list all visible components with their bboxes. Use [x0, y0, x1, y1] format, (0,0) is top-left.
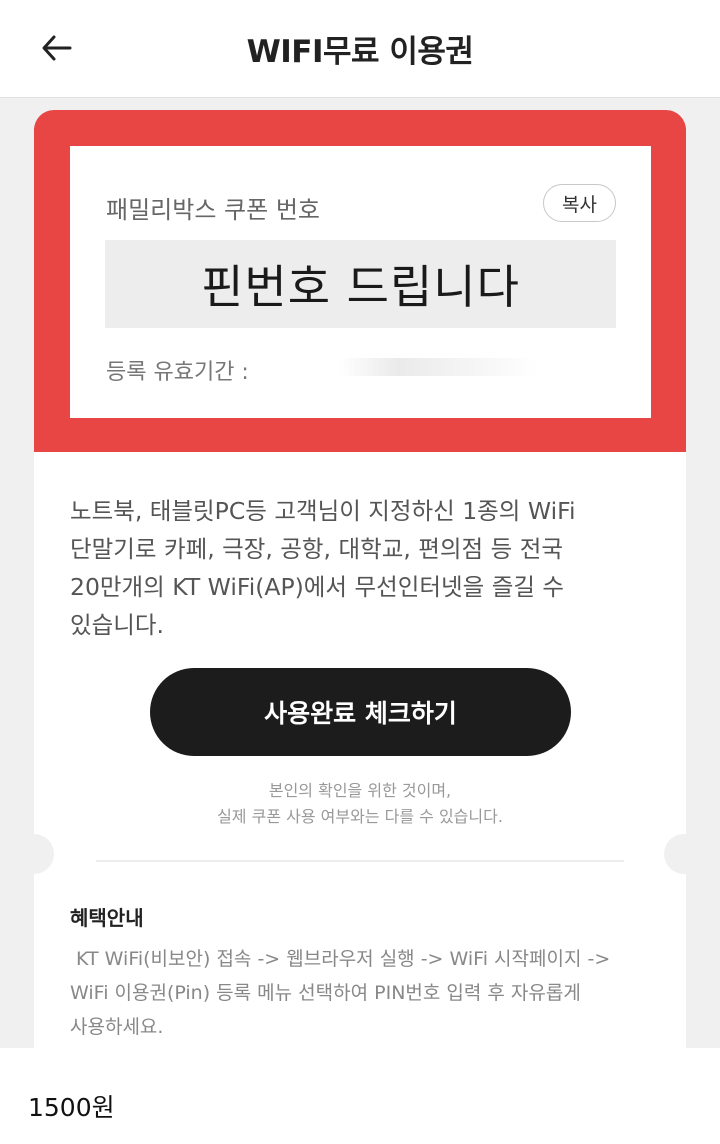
pin-number-display: 핀번호 드립니다 [105, 240, 616, 328]
coupon-number-box: 패밀리박스 쿠폰 번호 복사 핀번호 드립니다 등록 유효기간 : [70, 146, 651, 418]
benefit-description: KT WiFi(비보안) 접속 -> 웹브라우저 실행 -> WiFi 시작페이… [70, 942, 650, 1044]
usage-notice: 본인의 확인을 위한 것이며, 실제 쿠폰 사용 여부와는 다를 수 있습니다. [34, 778, 686, 830]
section-divider [96, 860, 624, 862]
ticket-notch-right [664, 834, 704, 874]
copy-button[interactable]: 복사 [543, 184, 616, 222]
validity-period-label: 등록 유효기간 : [106, 360, 249, 385]
description-line: 있습니다. [70, 611, 164, 639]
description-line: 노트북, 태블릿PC등 고객님이 지정하신 1종의 WiFi [70, 497, 576, 525]
usage-complete-check-button[interactable]: 사용완료 체크하기 [150, 668, 571, 756]
coupon-number-label: 패밀리박스 쿠폰 번호 [106, 196, 320, 224]
price-label: 1500원 [28, 1093, 115, 1122]
notice-line: 본인의 확인을 위한 것이며, [268, 781, 452, 800]
description-line: 20만개의 KT WiFi(AP)에서 무선인터넷을 즐길 수 [70, 573, 565, 601]
benefit-line: KT WiFi(비보안) 접속 -> 웹브라우저 실행 -> WiFi 시작페이… [70, 948, 611, 970]
service-description: 노트북, 태블릿PC등 고객님이 지정하신 1종의 WiFi 단말기로 카페, … [70, 492, 630, 644]
validity-period-value-blurred [338, 358, 538, 376]
description-line: 단말기로 카페, 극장, 공항, 대학교, 편의점 등 전국 [70, 535, 563, 563]
benefit-title: 혜택안내 [70, 906, 144, 930]
ticket-notch-left [14, 834, 54, 874]
benefit-line: 사용하세요. [70, 1016, 164, 1038]
notice-line: 실제 쿠폰 사용 여부와는 다를 수 있습니다. [217, 807, 503, 826]
page-title: WIFI무료 이용권 [246, 34, 474, 70]
benefit-line: WiFi 이용권(Pin) 등록 메뉴 선택하여 PIN번호 입력 후 자유롭게 [70, 982, 581, 1004]
app-header: WIFI무료 이용권 [0, 0, 720, 98]
